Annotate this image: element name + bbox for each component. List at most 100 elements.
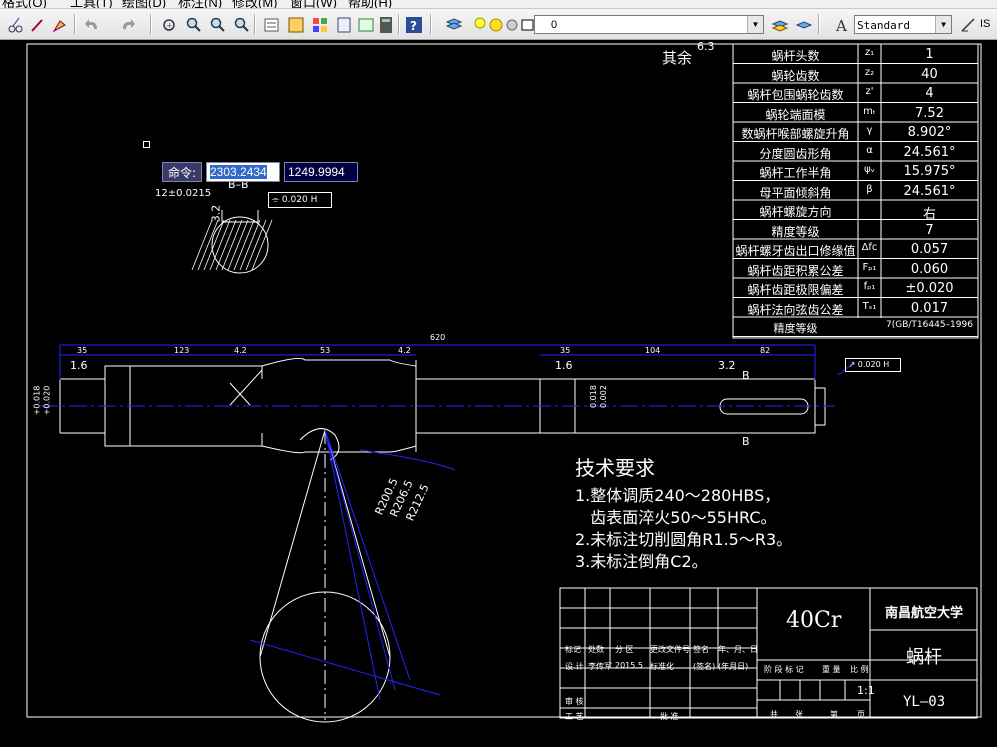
pan-icon[interactable]: + [160,15,180,35]
param-symbol: Tₛ₁ [862,300,877,312]
paintbrush-icon[interactable] [28,15,48,35]
title-block-sheet: 共 [770,710,778,719]
rest-roughness-label: 其余 [662,49,693,67]
layer-value: 0 [551,19,558,31]
param-symbol: fₚ₁ [863,281,876,292]
x-coordinate-value: 2303.2434 [210,165,267,179]
title-block-design: (签名) [693,662,716,671]
dim-53: 53 [320,346,331,355]
material: 40Cr [786,608,842,633]
toolbar-overflow-label: IS [980,18,991,30]
section-geometric-tolerance: ⌯ 0.020 H [268,192,332,208]
zoom-realtime-icon[interactable] [184,15,204,35]
section-gtol-value: 0.020 [281,195,308,205]
menu-dimension[interactable]: 标注(N) [178,0,222,8]
param-name: 蜗杆头数 [771,49,820,63]
make-current-layer-icon[interactable] [770,15,790,35]
mid-tolerance-lower: 0.002 [598,385,608,408]
tech-line-4: 3.未标注倒角C2。 [575,552,708,571]
menu-bar: 格式(O) 工具(T) 绘图(D) 标注(N) 修改(M) 窗口(W) 帮助(H… [0,0,997,9]
title-block-design: 李传军 [588,662,612,671]
chevron-down-icon[interactable]: ▼ [935,16,951,33]
param-value: 0.057 [910,242,949,257]
scale: 1:1 [857,684,875,697]
roughness-2: 1.6 [555,359,573,372]
title-block-design: 2015.5 [615,661,643,670]
dim-35b: 35 [560,346,571,355]
svg-text:A: A [835,17,847,34]
dim-42b: 4.2 [398,346,411,355]
match-properties-icon[interactable] [50,15,70,35]
param-value: 24.561° [903,144,956,160]
section-tolerance: 12±0.0215 [155,188,212,199]
param-symbol: γ [866,125,873,136]
layer-dropdown[interactable]: 0 ▼ [534,15,764,34]
tech-line-1: 1.整体调质240～280HBS， [575,486,781,505]
param-value: 7.52 [915,105,944,121]
dim-104: 104 [645,346,661,355]
param-value: 0.017 [910,300,949,316]
title-block-weight: 重 量 [822,665,841,674]
redo-icon[interactable] [118,15,138,35]
param-name: 蜗轮齿数 [771,68,820,83]
param-name: 蜗杆工作半角 [759,166,832,180]
layer-manager-icon[interactable] [444,15,464,35]
section-gtol-ref: H [310,195,318,205]
param-symbol: Δfc [861,242,878,253]
param-name: 母平面倾斜角 [759,185,832,200]
param-name: 精度等级 [773,322,818,335]
calculator-icon[interactable] [376,15,396,35]
tool-palettes-icon[interactable] [310,15,330,35]
param-symbol: Fₚ₁ [862,261,877,273]
menu-draw[interactable]: 绘图(D) [122,0,166,8]
param-name: 精度等级 [771,224,820,239]
zoom-window-icon[interactable] [208,15,228,35]
menu-tools[interactable]: 工具(T) [70,0,113,8]
properties-icon[interactable] [262,15,282,35]
text-style-value: Standard [857,19,910,32]
markup-icon[interactable] [356,15,376,35]
layer-previous-icon[interactable] [794,15,814,35]
param-name: 蜗轮端面模 [765,107,826,122]
menu-modify[interactable]: 修改(M) [232,0,278,8]
dim-35a: 35 [77,346,88,355]
param-value: 24.561° [903,183,956,199]
param-name: 蜗杆齿距极限偏差 [747,283,844,297]
title-block-sheet: 页 [857,710,865,719]
design-center-icon[interactable] [286,15,306,35]
param-value: 8.902° [907,125,952,140]
zoom-previous-icon[interactable] [232,15,252,35]
dimension-style-icon[interactable] [958,15,978,35]
menu-window[interactable]: 窗口(W) [290,0,337,8]
sheet-set-icon[interactable] [334,15,354,35]
standard-toolbar: + ? 0 ▼ A Standard ▼ IS [0,9,997,40]
tech-line-3: 2.未标注切削圆角R1.5～R3。 [575,530,793,549]
section-roughness: 3.2 [209,204,223,223]
menu-help[interactable]: 帮助(H) [348,0,392,8]
title-block-scale-label: 比 例 [850,665,869,674]
dim-42a: 4.2 [234,346,247,355]
title-block-header: 签名 [693,645,709,654]
y-coordinate-input[interactable]: 1249.9994 [284,162,358,182]
left-tolerance-lower: +0.020 [42,385,52,416]
title-block-approve: 批 准 [660,712,679,721]
param-symbol: z' [865,86,874,97]
menu-format[interactable]: 格式(O) [2,0,47,8]
command-label: 命令: [162,162,202,182]
crosshair-pickbox [143,141,150,148]
chevron-down-icon[interactable]: ▼ [747,16,763,33]
undo-icon[interactable] [82,15,102,35]
text-style-dropdown[interactable]: Standard ▼ [854,15,952,34]
mid-tolerance-upper: 0.018 [588,385,598,408]
title-block-design: 标准化 [650,662,674,671]
x-coordinate-input[interactable]: 2303.2434 [206,162,280,182]
roughness-1: 1.6 [70,359,88,372]
param-name: 分度圆齿形角 [759,146,832,161]
param-value: 1 [925,47,934,62]
cut-label-bottom: B [742,435,750,448]
param-symbol: z₁ [864,47,875,58]
text-style-icon[interactable]: A [832,15,852,35]
help-icon[interactable]: ? [404,15,424,35]
drawing-canvas[interactable]: 其余 6.3 蜗杆头数 z₁ 1 蜗轮齿数 z₂ 40 蜗杆包围蜗轮齿数 z' 4 蜗轮端面模 mₜ… [0,40,997,747]
cut-icon[interactable] [6,15,26,35]
